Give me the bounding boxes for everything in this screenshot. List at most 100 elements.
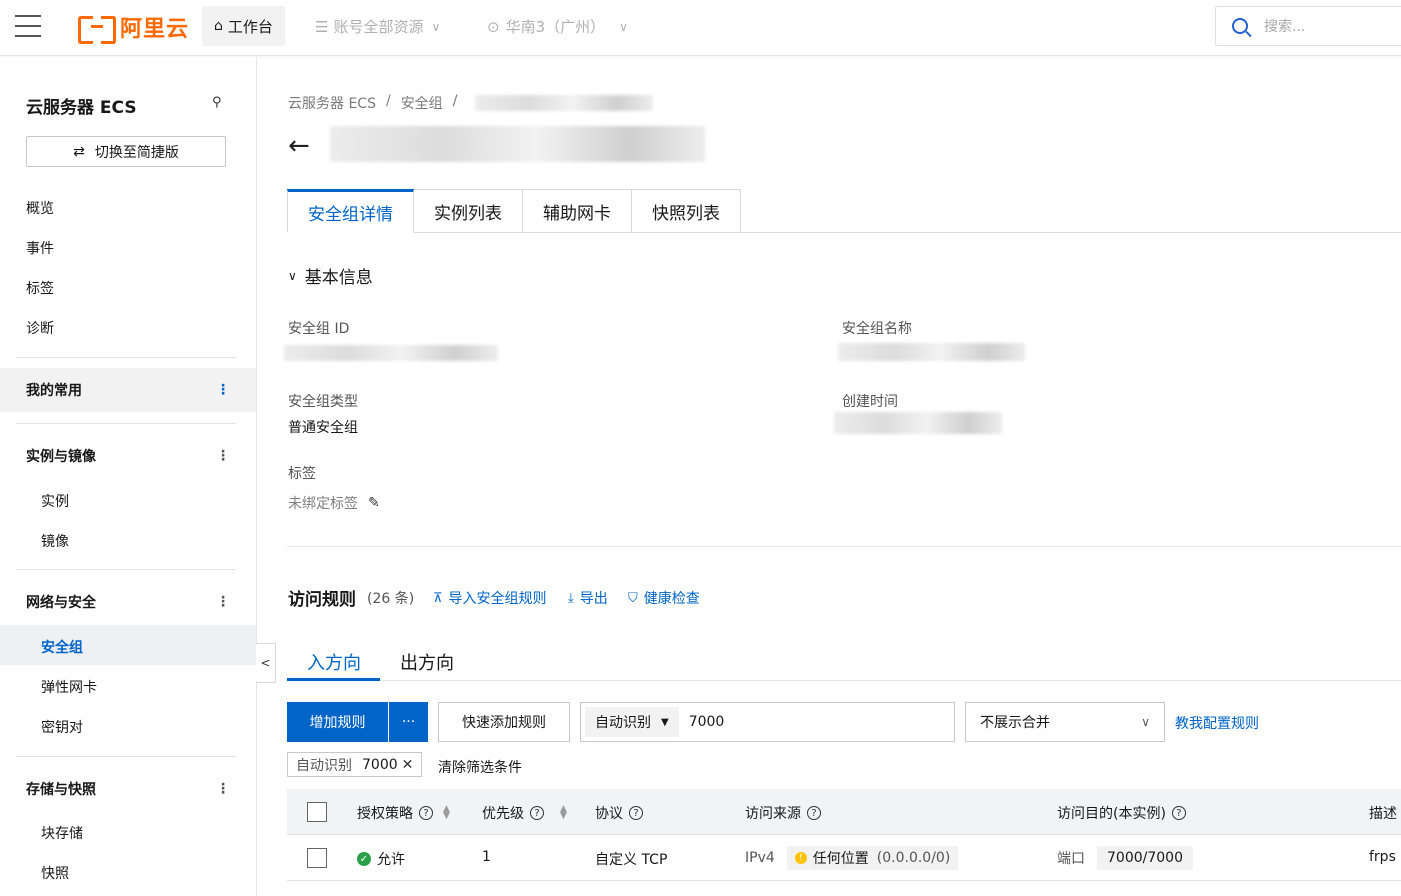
edit-icon[interactable]: ✎ <box>368 495 380 511</box>
more-vertical-icon[interactable]: ⋮ <box>216 383 230 397</box>
tab-sg-detail[interactable]: 安全组详情 <box>287 189 414 233</box>
sidebar-item-events[interactable]: 事件 <box>26 238 54 258</box>
favorites-label: 我的常用 <box>26 383 82 399</box>
global-search-input[interactable]: 搜索... <box>1215 6 1401 46</box>
menu-icon[interactable] <box>15 15 41 39</box>
tab-inbound[interactable]: 入方向 <box>307 649 361 675</box>
row-dest-label: 端口 <box>1057 851 1085 867</box>
table-row: ✓ 允许 1 自定义 TCP IPv4 ! 任何位置 (0.0.0.0/0) 端… <box>287 835 1401 881</box>
row-checkbox[interactable] <box>307 848 327 868</box>
caret-down-icon: ▼ <box>661 716 669 728</box>
sidebar-item-eni[interactable]: 弹性网卡 <box>41 677 97 697</box>
sidebar-group-instances[interactable]: 实例与镜像 ⋮ <box>0 434 256 478</box>
select-all-checkbox[interactable] <box>307 802 327 822</box>
quick-add-rule-button[interactable]: 快速添加规则 <box>438 702 570 742</box>
sidebar-item-snapshot[interactable]: 快照 <box>41 863 69 883</box>
sidebar-item-security-group-label[interactable]: 安全组 <box>41 637 83 657</box>
sidebar-item-keypair[interactable]: 密钥对 <box>41 717 83 737</box>
more-vertical-icon[interactable]: ⋮ <box>216 595 230 609</box>
redacted-page-title <box>330 126 705 162</box>
workbench-button[interactable]: ⌂ 工作台 <box>202 6 285 46</box>
import-icon: ⊼ <box>433 590 443 606</box>
breadcrumb-ecs[interactable]: 云服务器 ECS <box>288 93 376 113</box>
help-icon[interactable]: ? <box>419 806 433 820</box>
sidebar-search-icon[interactable]: ⚲ <box>212 95 222 110</box>
switch-simple-button[interactable]: ⇄ 切换至简捷版 <box>26 136 226 167</box>
sidebar-item-tags[interactable]: 标签 <box>26 278 54 298</box>
more-actions-button[interactable]: ··· <box>389 702 428 742</box>
tab-secondary-eni[interactable]: 辅助网卡 <box>523 189 632 233</box>
help-icon[interactable]: ? <box>530 806 544 820</box>
group-label: 存储与快照 <box>26 782 96 798</box>
col-desc: 描述 <box>1369 803 1397 823</box>
filter-value-input[interactable] <box>688 714 939 730</box>
sidebar-group-favorites[interactable]: 我的常用 ⋮ <box>0 368 256 412</box>
row-protocol: 自定义 TCP <box>595 852 668 868</box>
sidebar: 云服务器 ECS ⚲ ⇄ 切换至简捷版 概览 事件 标签 诊断 我的常用 ⋮ 实… <box>0 57 257 896</box>
account-scope-selector[interactable]: ☰ 账号全部资源 ∨ <box>315 16 440 37</box>
tab-instance-list[interactable]: 实例列表 <box>414 189 523 233</box>
sidebar-collapse-handle[interactable]: < <box>256 643 276 683</box>
basic-info-toggle[interactable]: ∨ 基本信息 <box>288 263 373 288</box>
workbench-label: 工作台 <box>227 17 273 36</box>
export-link[interactable]: ⤓ 导出 <box>568 588 608 608</box>
check-circle-icon: ✓ <box>357 852 371 866</box>
sidebar-item-block-storage[interactable]: 块存储 <box>41 823 83 843</box>
help-icon[interactable]: ? <box>1171 806 1186 820</box>
swap-icon: ⇄ <box>73 143 85 160</box>
help-icon[interactable]: ? <box>807 806 821 820</box>
sidebar-group-network[interactable]: 网络与安全 ⋮ <box>0 580 256 624</box>
sort-icon[interactable]: ▲ ▼ <box>443 805 450 821</box>
sidebar-item-security-group[interactable] <box>0 625 256 665</box>
row-dest-value: 7000/7000 <box>1097 846 1193 870</box>
teach-config-link[interactable]: 教我配置规则 <box>1175 713 1259 733</box>
more-vertical-icon[interactable]: ⋮ <box>216 782 230 796</box>
health-check-link[interactable]: ⛉ 健康检查 <box>628 588 700 608</box>
row-source-value: 任何位置 <box>812 851 869 867</box>
col-priority[interactable]: 优先级 ? ▲ ▼ <box>482 803 567 823</box>
group-label: 网络与安全 <box>26 595 96 611</box>
back-arrow-icon[interactable]: ← <box>288 133 310 159</box>
sidebar-item-instance[interactable]: 实例 <box>41 491 69 511</box>
group-label: 实例与镜像 <box>26 449 96 465</box>
row-policy: ✓ 允许 <box>357 849 405 869</box>
detail-tabs: 安全组详情 实例列表 辅助网卡 快照列表 <box>287 189 741 233</box>
home-icon: ⌂ <box>214 18 223 34</box>
rules-title: 访问规则 <box>288 590 356 610</box>
chevron-down-icon: ∨ <box>288 268 297 283</box>
import-rules-link[interactable]: ⊼ 导入安全组规则 <box>433 588 547 608</box>
chevron-down-icon: ∨ <box>619 19 628 34</box>
sort-icon[interactable]: ▲ ▼ <box>560 805 567 821</box>
sidebar-item-diagnosis[interactable]: 诊断 <box>26 318 54 338</box>
close-icon[interactable]: ✕ <box>402 757 414 773</box>
sidebar-item-image[interactable]: 镜像 <box>41 531 69 551</box>
breadcrumb-separator: / <box>452 93 458 109</box>
sidebar-divider <box>16 357 236 358</box>
clear-filters-link[interactable]: 清除筛选条件 <box>438 757 522 777</box>
filter-type-select[interactable]: 自动识别 ▼ <box>585 707 679 737</box>
row-desc: frps <box>1369 849 1396 865</box>
sidebar-item-overview[interactable]: 概览 <box>26 198 54 218</box>
tag-label: 标签 <box>288 466 316 482</box>
sidebar-group-storage[interactable]: 存储与快照 ⋮ <box>0 767 256 811</box>
sidebar-title: 云服务器 ECS <box>26 98 137 118</box>
row-source: IPv4 ! 任何位置 (0.0.0.0/0) <box>745 846 959 870</box>
import-rules-label: 导入安全组规则 <box>448 591 547 607</box>
col-policy-label: 授权策略 <box>357 806 413 822</box>
col-policy[interactable]: 授权策略 ? ▲ ▼ <box>357 803 450 823</box>
aliyun-logo[interactable]: 阿里云 <box>78 12 189 44</box>
chevron-down-icon: ∨ <box>431 19 441 34</box>
export-label: 导出 <box>579 591 608 607</box>
redacted-breadcrumb <box>475 95 653 111</box>
more-vertical-icon[interactable]: ⋮ <box>216 449 230 463</box>
col-desc-label: 描述 <box>1369 806 1397 822</box>
merge-display-select[interactable]: 不展示合并 ∨ <box>965 702 1165 742</box>
tab-outbound[interactable]: 出方向 <box>400 649 454 675</box>
breadcrumb-security-group[interactable]: 安全组 <box>401 93 443 113</box>
help-icon[interactable]: ? <box>629 806 643 820</box>
filter-chip-value: 7000 <box>362 756 398 773</box>
tab-snapshot-list[interactable]: 快照列表 <box>632 189 741 233</box>
basic-info-title: 基本信息 <box>304 268 373 288</box>
region-selector[interactable]: ⊙ 华南3（广州） ∨ <box>487 16 628 37</box>
add-rule-button[interactable]: 增加规则 <box>287 702 388 742</box>
